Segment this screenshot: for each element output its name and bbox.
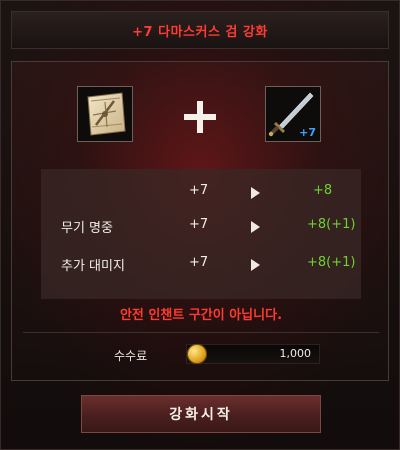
sword-slot[interactable]: +7: [265, 86, 321, 142]
stats-panel: +7 +8 무기 명중 +7 +8(+1) 추가 대미지 +7 +8(+1): [41, 169, 361, 299]
stat-row-damage: 추가 대미지 +7 +8(+1): [41, 249, 361, 279]
level-row: +7 +8: [41, 177, 361, 207]
window-title: +7 다마스커스 검 강화: [132, 24, 268, 40]
stat-current: +7: [189, 255, 209, 270]
fee-value: 1,000: [279, 347, 312, 360]
arrow-right-icon: [251, 221, 260, 233]
stat-row-accuracy: 무기 명중 +7 +8(+1): [41, 211, 361, 241]
stat-next: +8(+1): [307, 255, 356, 270]
stat-current: +7: [189, 183, 209, 198]
arrow-right-icon: [251, 259, 260, 271]
scroll-slot[interactable]: [77, 86, 133, 142]
stat-label: 무기 명중: [61, 221, 113, 236]
stat-current: +7: [189, 217, 209, 232]
title-bar: +7 다마스커스 검 강화: [11, 11, 389, 49]
arrow-right-icon: [251, 187, 260, 199]
enhancement-scroll-icon: [87, 92, 126, 136]
gold-coin-icon: [187, 344, 207, 364]
stat-label: 추가 대미지: [61, 259, 125, 274]
stat-next: +8: [313, 183, 333, 198]
sword-level-badge: +7: [299, 126, 316, 139]
start-enhance-label: 강화시작: [169, 407, 233, 423]
enhancement-window: +7 다마스커스 검 강화 +7 +7 +8 무기 명중 +7 +8(+1) 추…: [0, 0, 400, 450]
plus-icon: [184, 101, 216, 133]
stat-next: +8(+1): [307, 217, 356, 232]
start-enhance-button[interactable]: 강화시작: [81, 395, 321, 433]
divider: [23, 332, 379, 333]
fee-label: 수수료: [114, 349, 148, 363]
warning-text: 안전 인챈트 구간이 아닙니다.: [119, 308, 283, 323]
